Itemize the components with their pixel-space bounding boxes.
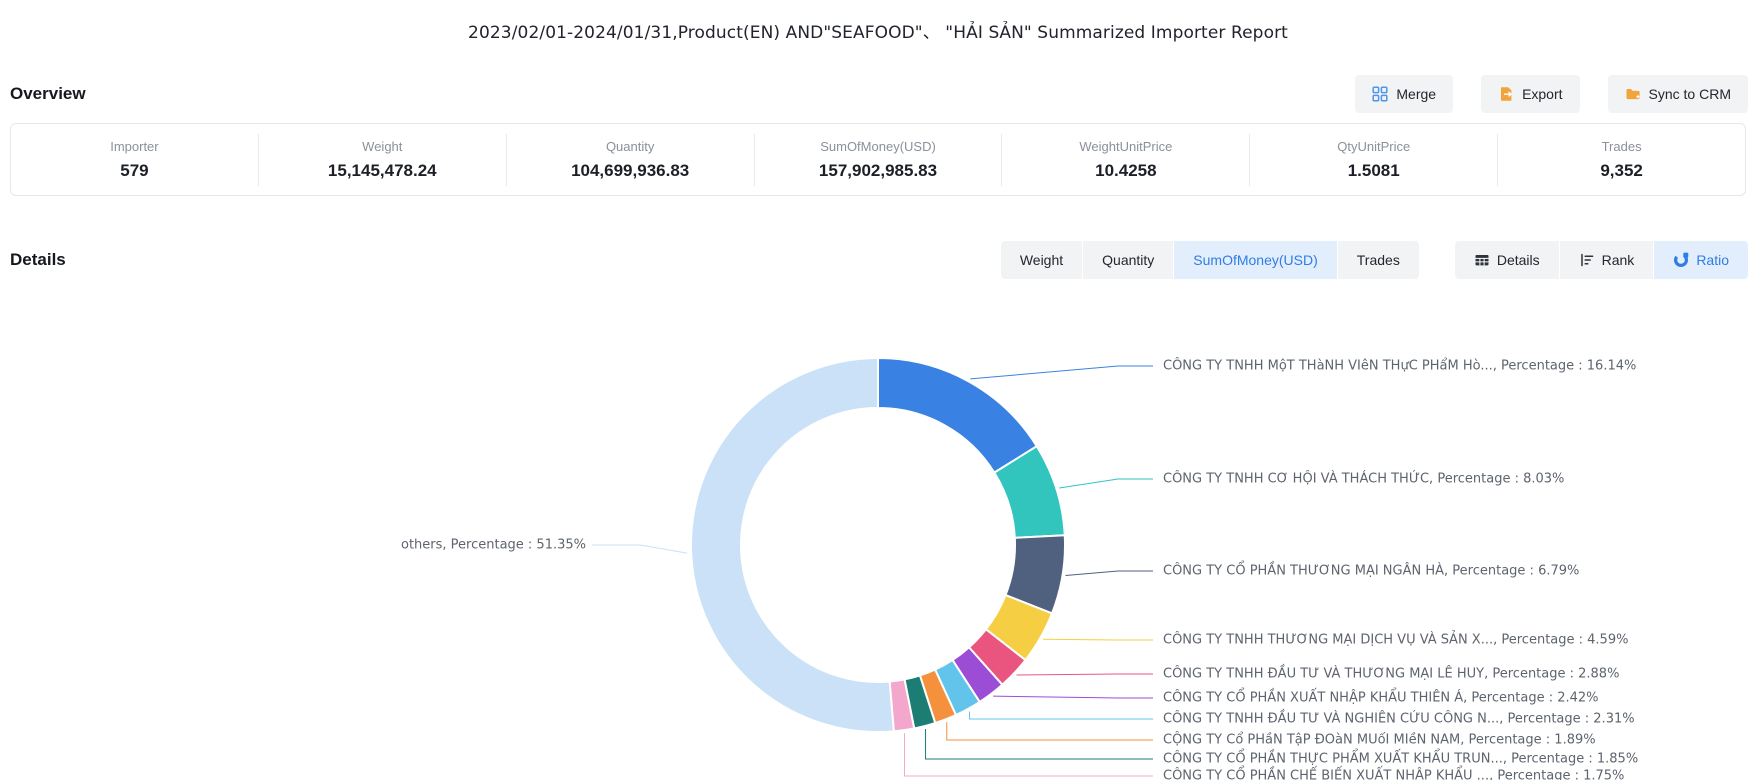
table-icon xyxy=(1474,252,1490,268)
importer-ratio-pie-chart: CÔNG TY TNHH MộT THàNH VIêN THựC PHẩM Hò… xyxy=(0,285,1756,780)
sync-to-crm-button[interactable]: Sync to CRM xyxy=(1608,75,1748,113)
stat-weight: Weight 15,145,478.24 xyxy=(258,134,506,186)
pie-leader-line-10 xyxy=(592,545,687,553)
details-heading: Details xyxy=(10,250,66,270)
stat-value: 10.4258 xyxy=(1095,161,1156,181)
stat-quantity: Quantity 104,699,936.83 xyxy=(506,134,754,186)
tab-ratio-label: Ratio xyxy=(1696,252,1729,268)
ratio-icon xyxy=(1673,252,1689,268)
details-controls: Weight Quantity SumOfMoney(USD) Trades D… xyxy=(1001,241,1748,279)
metric-tab-group: Weight Quantity SumOfMoney(USD) Trades xyxy=(1001,241,1419,279)
pie-leader-line-2 xyxy=(1066,571,1153,575)
stat-weight-unit-price: WeightUnitPrice 10.4258 xyxy=(1001,134,1249,186)
pie-label-7: CỘNG TY Cổ PHầN TậP ĐOàN MUốI MIềN NAM, … xyxy=(1163,733,1596,748)
overview-heading: Overview xyxy=(10,84,86,104)
pie-leader-line-7 xyxy=(947,722,1153,740)
stat-value: 9,352 xyxy=(1600,161,1643,181)
stat-importer: Importer 579 xyxy=(11,134,258,186)
stat-sum-of-money: SumOfMoney(USD) 157,902,985.83 xyxy=(754,134,1002,186)
stat-label: WeightUnitPrice xyxy=(1079,139,1172,154)
stat-qty-unit-price: QtyUnitPrice 1.5081 xyxy=(1249,134,1497,186)
pie-label-2: CÔNG TY CỔ PHẦN THƯƠNG MẠI NGÂN HÀ, Perc… xyxy=(1163,564,1579,579)
stat-label: QtyUnitPrice xyxy=(1337,139,1410,154)
pie-label-6: CÔNG TY TNHH ĐẦU TƯ VÀ NGHIÊN CỨU CÔNG N… xyxy=(1163,712,1635,727)
overview-actions: Merge Export Sync to CRM xyxy=(1355,75,1748,113)
sync-to-crm-button-label: Sync to CRM xyxy=(1649,86,1731,102)
overview-row: Overview Merge xyxy=(10,72,1748,116)
stat-trades: Trades 9,352 xyxy=(1497,134,1745,186)
tab-quantity[interactable]: Quantity xyxy=(1083,241,1173,279)
pie-label-9: CÔNG TY CỔ PHẦN CHẾ BIẾN XUẤT NHẬP KHẨU … xyxy=(1163,769,1624,780)
pie-label-3: CÔNG TY TNHH THƯƠNG MẠI DỊCH VỤ VÀ SẢN X… xyxy=(1163,633,1628,648)
stat-value: 157,902,985.83 xyxy=(819,161,937,181)
pie-leader-line-1 xyxy=(1059,479,1153,488)
pie-leader-line-8 xyxy=(926,729,1153,759)
tab-details-view[interactable]: Details xyxy=(1455,241,1559,279)
pie-leader-line-6 xyxy=(969,712,1153,719)
stat-value: 1.5081 xyxy=(1348,161,1400,181)
merge-button[interactable]: Merge xyxy=(1355,75,1453,113)
tab-details-label: Details xyxy=(1497,252,1540,268)
stat-label: SumOfMoney(USD) xyxy=(820,139,936,154)
export-button[interactable]: Export xyxy=(1481,75,1579,113)
details-row: Details Weight Quantity SumOfMoney(USD) … xyxy=(10,240,1748,280)
stat-label: Weight xyxy=(362,139,402,154)
export-button-label: Export xyxy=(1522,86,1562,102)
pie-label-1: CÔNG TY TNHH CƠ HỘI VÀ THÁCH THỨC, Perce… xyxy=(1163,472,1564,487)
rank-icon xyxy=(1579,252,1595,268)
tab-sum-of-money[interactable]: SumOfMoney(USD) xyxy=(1174,241,1336,279)
importer-report-page: 2023/02/01-2024/01/31,Product(EN) AND"SE… xyxy=(0,0,1756,780)
pie-leader-line-0 xyxy=(970,366,1153,379)
overview-stats-card: Importer 579 Weight 15,145,478.24 Quanti… xyxy=(10,123,1746,196)
merge-button-label: Merge xyxy=(1396,86,1436,102)
pie-label-4: CÔNG TY TNHH ĐẦU TƯ VÀ THƯƠNG MẠI LÊ HUY… xyxy=(1163,667,1619,682)
stat-label: Quantity xyxy=(606,139,654,154)
tab-ratio-view[interactable]: Ratio xyxy=(1654,241,1748,279)
tab-weight[interactable]: Weight xyxy=(1001,241,1082,279)
stat-label: Trades xyxy=(1602,139,1642,154)
pie-slice-10[interactable] xyxy=(691,358,894,732)
pie-label-8: CÔNG TY CỔ PHẦN THỰC PHẨM XUẤT KHẨU TRUN… xyxy=(1163,752,1638,767)
export-icon xyxy=(1498,86,1514,102)
pie-leader-line-5 xyxy=(993,696,1153,698)
folder-sync-icon xyxy=(1625,86,1641,102)
page-title: 2023/02/01-2024/01/31,Product(EN) AND"SE… xyxy=(468,18,1288,43)
pie-leader-line-3 xyxy=(1043,639,1153,640)
stat-label: Importer xyxy=(110,139,158,154)
stat-value: 579 xyxy=(120,161,148,181)
pie-label-5: CÔNG TY CỔ PHẦN XUẤT NHẬP KHẨU THIÊN Á, … xyxy=(1163,691,1599,706)
tab-rank-view[interactable]: Rank xyxy=(1560,241,1654,279)
view-tab-group: Details Rank xyxy=(1455,241,1748,279)
stat-value: 15,145,478.24 xyxy=(328,161,437,181)
pie-label-10: others, Percentage : 51.35% xyxy=(0,538,586,553)
tab-trades[interactable]: Trades xyxy=(1338,241,1419,279)
report-title-bar: 2023/02/01-2024/01/31,Product(EN) AND"SE… xyxy=(0,0,1756,60)
pie-leader-line-4 xyxy=(1017,674,1153,675)
merge-icon xyxy=(1372,86,1388,102)
stat-value: 104,699,936.83 xyxy=(571,161,689,181)
pie-label-0: CÔNG TY TNHH MộT THàNH VIêN THựC PHẩM Hò… xyxy=(1163,359,1636,374)
tab-rank-label: Rank xyxy=(1602,252,1635,268)
